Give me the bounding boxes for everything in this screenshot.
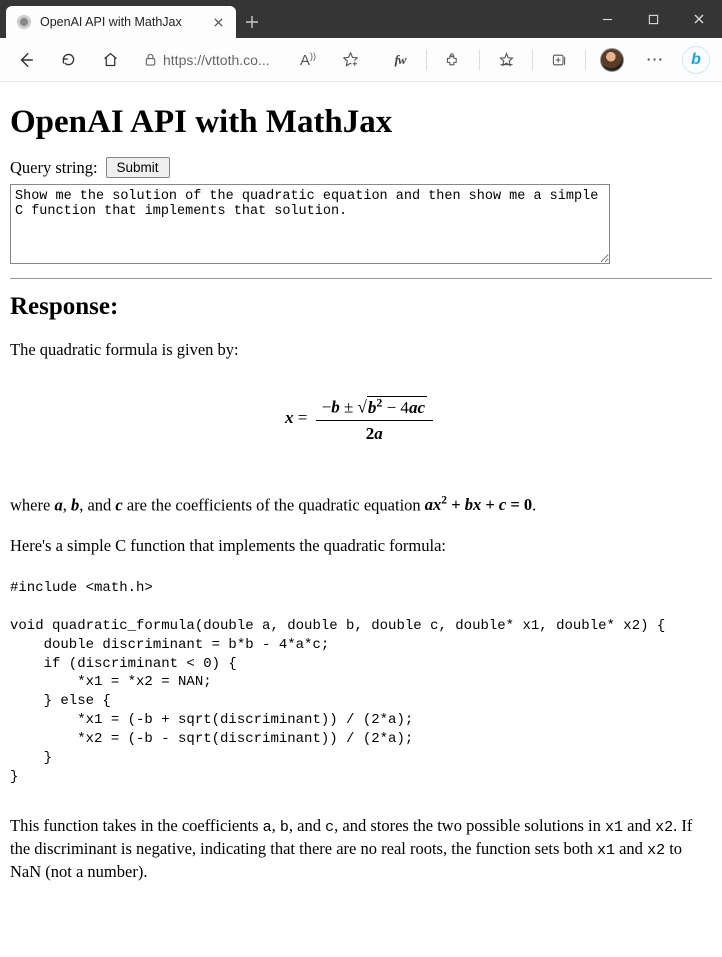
refresh-button[interactable]: [50, 44, 86, 76]
bing-icon: b: [682, 46, 710, 74]
query-textarea[interactable]: [10, 184, 610, 264]
home-button[interactable]: [92, 44, 128, 76]
url-text: https://vttoth.co...: [163, 52, 270, 68]
response-p4: This function takes in the coefficients …: [10, 815, 712, 884]
window-titlebar: OpenAI API with MathJax: [0, 0, 722, 38]
favorites-button[interactable]: [488, 44, 524, 76]
browser-tab[interactable]: OpenAI API with MathJax: [6, 6, 236, 38]
profile-button[interactable]: [594, 44, 630, 76]
page-content: OpenAI API with MathJax Query string: Su…: [0, 82, 722, 957]
lock-icon: [144, 52, 157, 67]
browser-toolbar: https://vttoth.co... A)) fw b: [0, 38, 722, 82]
collections-button[interactable]: [541, 44, 577, 76]
quadratic-formula: x = −b ± √b2 − 4ac2a: [10, 395, 712, 444]
response-p3: Here's a simple C function that implemen…: [10, 535, 712, 557]
read-aloud-button[interactable]: A)): [290, 44, 326, 76]
response-heading: Response:: [10, 293, 712, 321]
page-title: OpenAI API with MathJax: [10, 104, 712, 141]
divider: [10, 278, 712, 279]
avatar: [600, 48, 624, 72]
new-tab-button[interactable]: [236, 6, 268, 38]
back-button[interactable]: [8, 44, 44, 76]
window-maximize-button[interactable]: [630, 0, 676, 38]
response-p1: The quadratic formula is given by:: [10, 339, 712, 361]
submit-button[interactable]: Submit: [106, 157, 170, 178]
extensions-button[interactable]: [435, 44, 471, 76]
query-label: Query string:: [10, 158, 98, 178]
tab-title: OpenAI API with MathJax: [40, 15, 202, 29]
response-p2: where a, b, and c are the coefficients o…: [10, 494, 712, 517]
immersive-reader-button[interactable]: fw: [382, 44, 418, 76]
add-favorite-button[interactable]: [332, 44, 368, 76]
close-tab-button[interactable]: [210, 14, 226, 30]
code-block: #include <math.h> void quadratic_formula…: [10, 579, 712, 787]
favicon-icon: [16, 14, 32, 30]
bing-button[interactable]: b: [678, 44, 714, 76]
more-menu-button[interactable]: [636, 44, 672, 76]
address-bar[interactable]: https://vttoth.co...: [134, 44, 284, 76]
window-minimize-button[interactable]: [584, 0, 630, 38]
window-close-button[interactable]: [676, 0, 722, 38]
